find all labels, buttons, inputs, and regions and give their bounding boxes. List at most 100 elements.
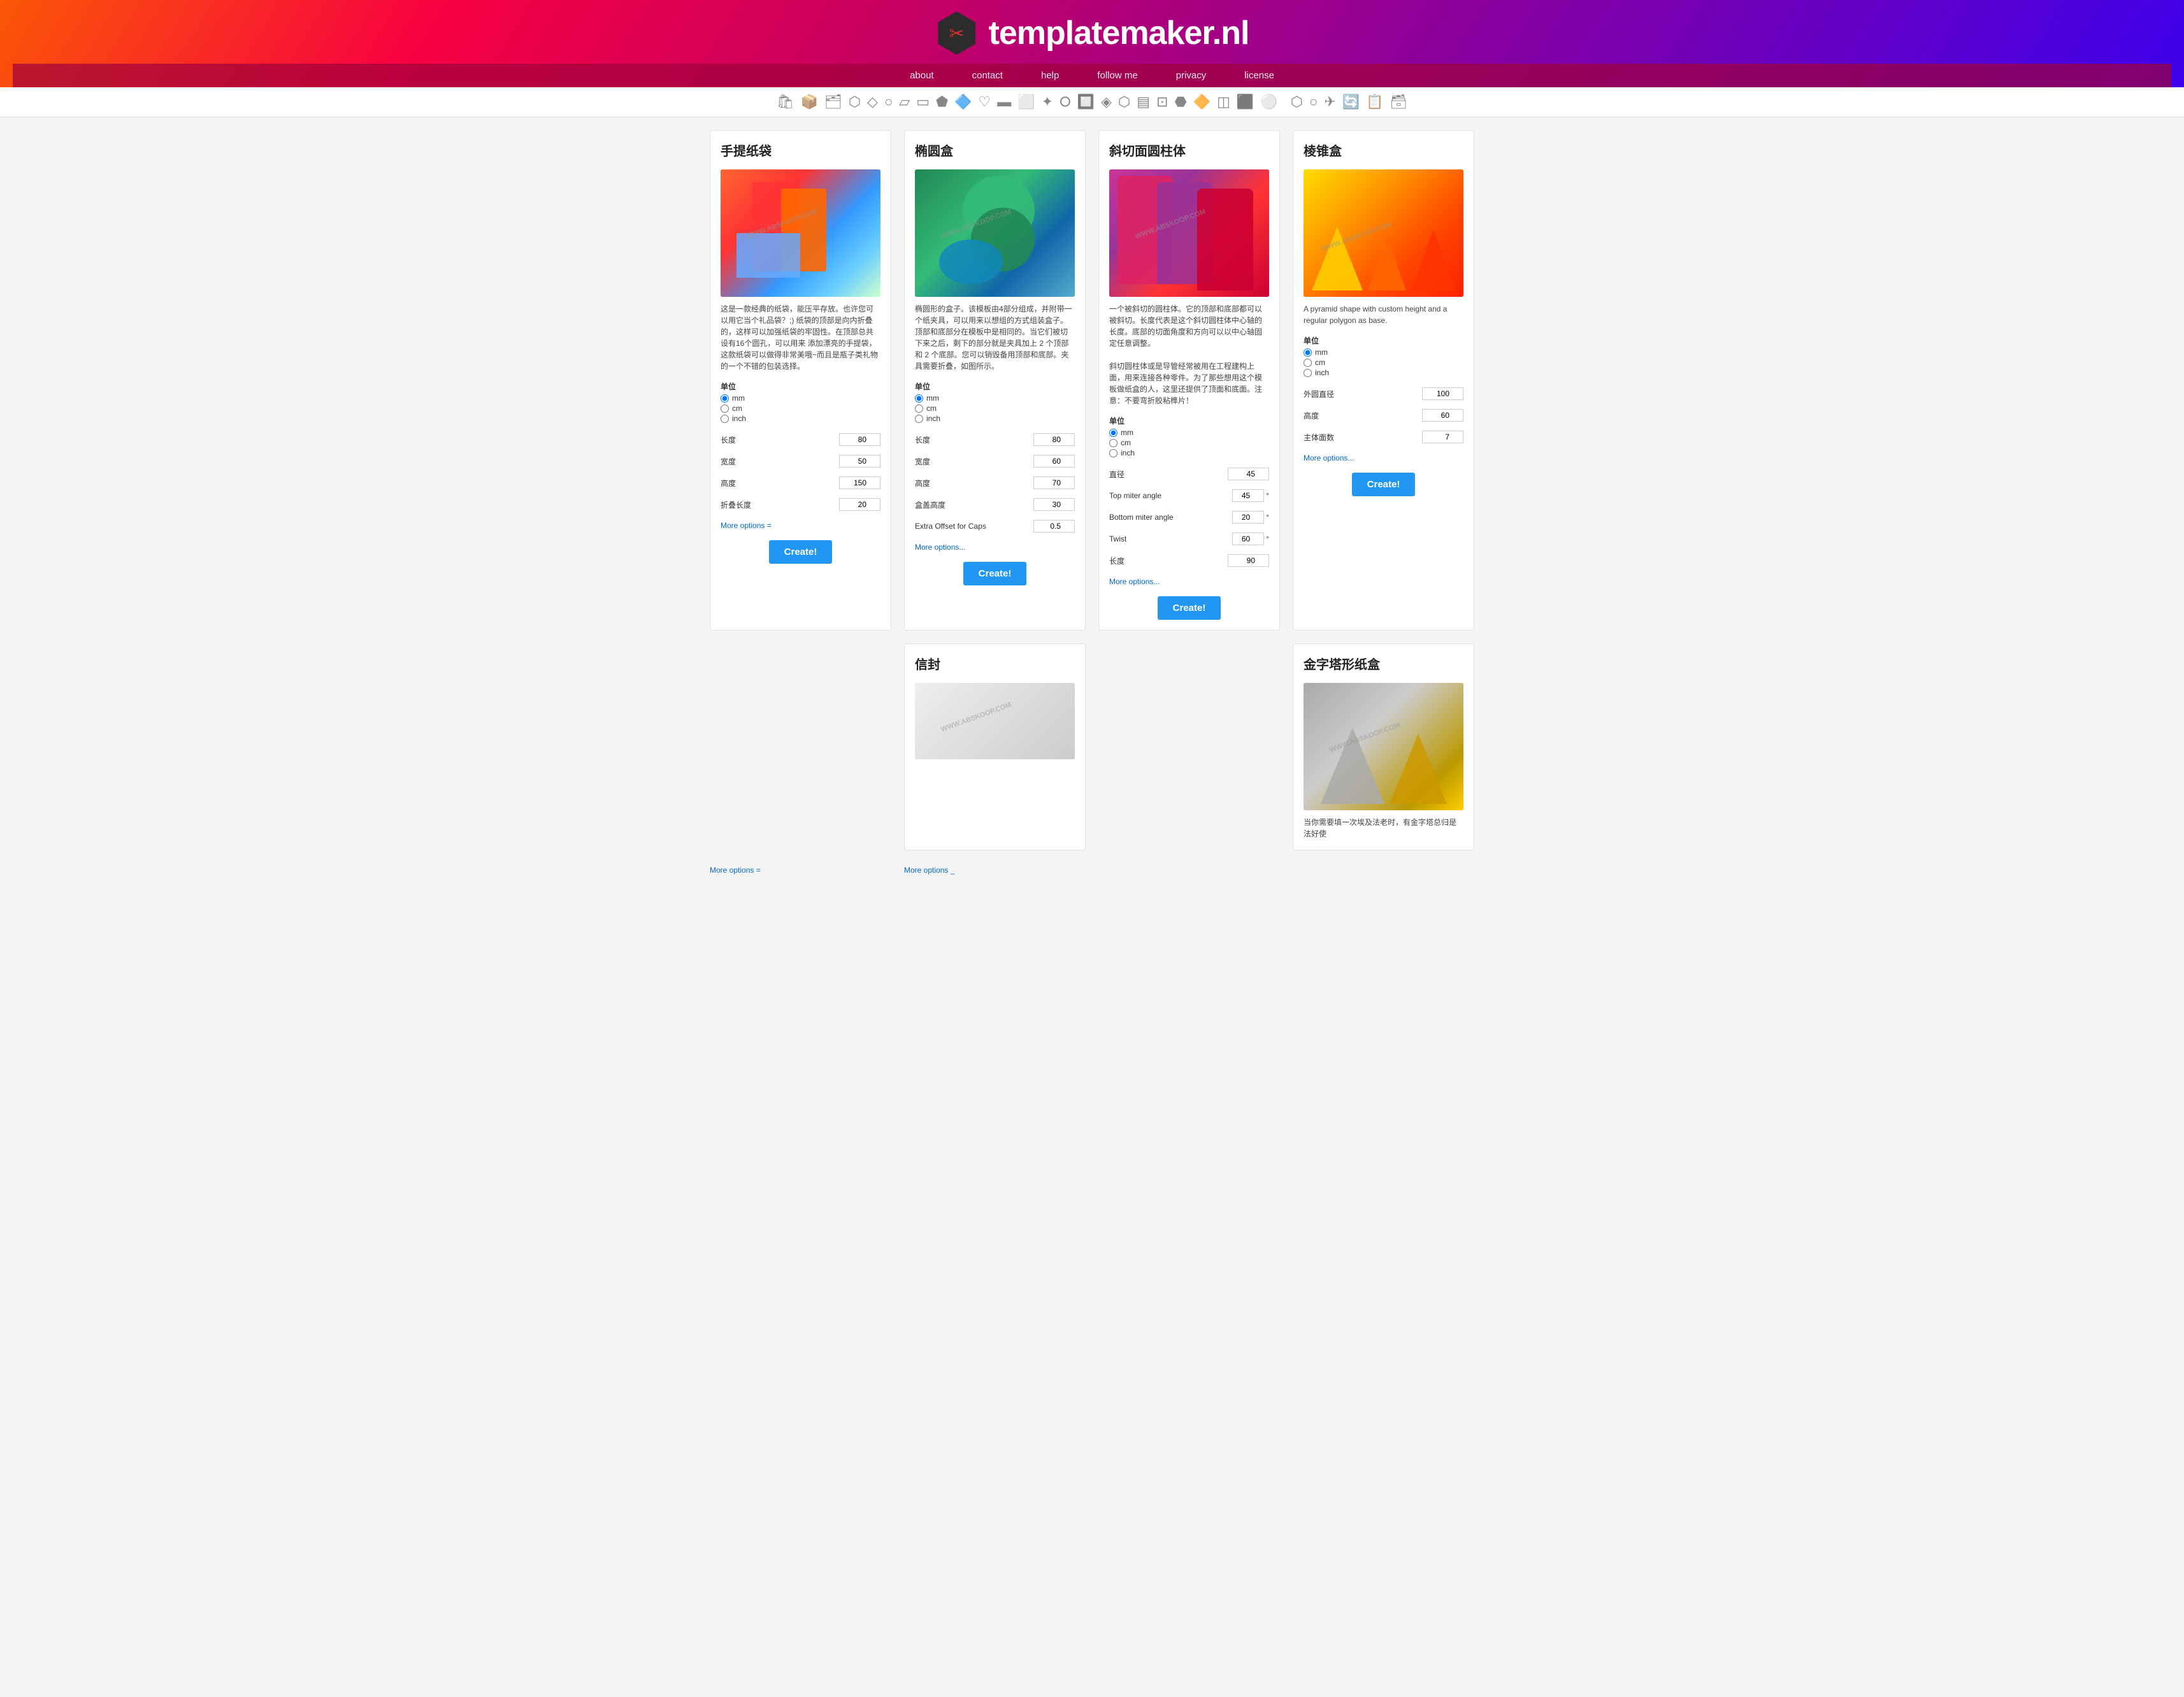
slant-radio-group: mm cm inch bbox=[1109, 428, 1269, 457]
handbag-create-btn[interactable]: Create! bbox=[769, 540, 833, 564]
pyramid-create-btn[interactable]: Create! bbox=[1352, 473, 1416, 496]
shape-icon-19[interactable]: ▤ bbox=[1137, 94, 1150, 110]
nav-contact[interactable]: contact bbox=[972, 70, 1003, 81]
shape-icon-6[interactable]: ○ bbox=[884, 94, 893, 110]
slant-length-row: 长度 bbox=[1109, 554, 1269, 567]
shape-icon-29[interactable]: 🔄 bbox=[1342, 94, 1360, 110]
slant-radio-cm[interactable]: cm bbox=[1109, 438, 1269, 447]
oval-radio-cm[interactable]: cm bbox=[915, 404, 1075, 413]
pyramid-height-row: 高度 bbox=[1304, 409, 1463, 422]
shape-icon-3[interactable]: 🗂 bbox=[824, 94, 842, 110]
handbag-more-options[interactable]: More options = bbox=[721, 521, 880, 530]
slant-diameter-input[interactable] bbox=[1228, 468, 1269, 480]
oval-offset-input[interactable] bbox=[1033, 520, 1075, 533]
pyramid-more-options[interactable]: More options... bbox=[1304, 454, 1463, 462]
slant-radio-mm[interactable]: mm bbox=[1109, 428, 1269, 437]
oval-length-input[interactable] bbox=[1033, 433, 1075, 446]
bottom-more-options-mid-link[interactable]: More options _ bbox=[904, 866, 1086, 875]
shape-icon-13[interactable]: ⬜ bbox=[1017, 94, 1035, 110]
oval-width-label: 宽度 bbox=[915, 456, 930, 467]
card-gold-pyramid-image: WWW.ABSKOOP.COM bbox=[1304, 683, 1463, 810]
shape-icon-27[interactable]: ○ bbox=[1309, 94, 1318, 110]
handbag-length-row: 长度 bbox=[721, 433, 880, 446]
shape-icon-30[interactable]: 📋 bbox=[1366, 94, 1383, 110]
shape-icon-12[interactable]: ▬ bbox=[997, 94, 1011, 110]
slant-top-angle-input[interactable] bbox=[1232, 489, 1264, 502]
bottom-more-options-left-link[interactable]: More options = bbox=[710, 866, 891, 875]
nav-follow[interactable]: follow me bbox=[1097, 70, 1137, 81]
slant-unit-group: 单位 mm cm inch bbox=[1109, 415, 1269, 457]
oval-create-btn[interactable]: Create! bbox=[963, 562, 1027, 585]
shape-icon-4[interactable]: ⬡ bbox=[849, 94, 861, 110]
handbag-radio-inch[interactable]: inch bbox=[721, 414, 880, 423]
oval-lid-input[interactable] bbox=[1033, 498, 1075, 511]
nav-help[interactable]: help bbox=[1041, 70, 1059, 81]
slant-length-input[interactable] bbox=[1228, 554, 1269, 567]
shape-icon-2[interactable]: 📦 bbox=[801, 94, 818, 110]
nav-privacy[interactable]: privacy bbox=[1176, 70, 1207, 81]
pyramid-diameter-label: 外圆直径 bbox=[1304, 389, 1334, 399]
handbag-length-input[interactable] bbox=[839, 433, 880, 446]
shape-icon-23[interactable]: ◫ bbox=[1217, 94, 1230, 110]
shape-icon-14[interactable]: ✦ bbox=[1042, 94, 1053, 110]
handbag-radio-cm[interactable]: cm bbox=[721, 404, 880, 413]
shape-icon-17[interactable]: ◈ bbox=[1101, 94, 1112, 110]
slant-length-label: 长度 bbox=[1109, 555, 1124, 566]
pyramid-height-input[interactable] bbox=[1422, 409, 1463, 422]
pyramid-faces-label: 主体面数 bbox=[1304, 432, 1334, 443]
handbag-radio-mm[interactable]: mm bbox=[721, 394, 880, 403]
pyramid-diameter-input[interactable] bbox=[1422, 387, 1463, 400]
shape-icon-7[interactable]: ▱ bbox=[899, 94, 910, 110]
oval-radio-group: mm cm inch bbox=[915, 394, 1075, 423]
slant-twist-label: Twist bbox=[1109, 534, 1126, 543]
card-handbag-title: 手提纸袋 bbox=[721, 141, 880, 159]
shape-icon-11[interactable]: ♡ bbox=[979, 94, 991, 110]
slant-radio-inch[interactable]: inch bbox=[1109, 448, 1269, 457]
handbag-fold-input[interactable] bbox=[839, 498, 880, 511]
card-oval-image: WWW.ABSKOOP.COM bbox=[915, 169, 1075, 297]
card-oval-desc: 椭圆形的盒子。该模板由4部分组成，并附带一个纸夹具，可以用来以想组的方式组装盒子… bbox=[915, 303, 1075, 372]
oval-offset-row: Extra Offset for Caps bbox=[915, 520, 1075, 533]
shape-icon-20[interactable]: ⊡ bbox=[1156, 94, 1168, 110]
oval-height-input[interactable] bbox=[1033, 476, 1075, 489]
shape-icon-24[interactable]: ⬛ bbox=[1237, 94, 1254, 110]
shape-icon-15[interactable]: ⭘ bbox=[1060, 94, 1071, 110]
pyramid-radio-cm[interactable]: cm bbox=[1304, 358, 1463, 367]
shape-icon-1[interactable]: 🛍 bbox=[777, 94, 794, 110]
card-gold-pyramid-title: 金字塔形纸盒 bbox=[1304, 654, 1463, 673]
handbag-unit-group: 单位 mm cm inch bbox=[721, 381, 880, 423]
card-envelope-image: WWW.ABSKOOP.COM bbox=[915, 683, 1075, 759]
pyramid-radio-inch[interactable]: inch bbox=[1304, 368, 1463, 377]
nav-about[interactable]: about bbox=[910, 70, 934, 81]
slant-more-options[interactable]: More options... bbox=[1109, 577, 1269, 586]
nav-license[interactable]: license bbox=[1244, 70, 1274, 81]
oval-width-input[interactable] bbox=[1033, 455, 1075, 468]
oval-radio-mm[interactable]: mm bbox=[915, 394, 1075, 403]
shape-icon-5[interactable]: ◇ bbox=[867, 94, 878, 110]
slant-create-btn[interactable]: Create! bbox=[1158, 596, 1221, 620]
oval-lid-label: 盒盖高度 bbox=[915, 499, 945, 510]
slant-bot-angle-input[interactable] bbox=[1232, 511, 1264, 524]
shape-icon-10[interactable]: 🔷 bbox=[954, 94, 972, 110]
shape-icon-22[interactable]: 🔶 bbox=[1193, 94, 1211, 110]
shape-icon-31[interactable]: 🗃 bbox=[1390, 94, 1408, 110]
handbag-height-input[interactable] bbox=[839, 476, 880, 489]
shape-icon-25[interactable]: ⚪ bbox=[1260, 94, 1277, 110]
pyramid-faces-input[interactable] bbox=[1422, 431, 1463, 443]
handbag-width-input[interactable] bbox=[839, 455, 880, 468]
shape-icon-26[interactable]: ⬡ bbox=[1291, 94, 1303, 110]
bottom-more-options-mid: More options _ bbox=[904, 863, 1086, 875]
slant-twist-input[interactable] bbox=[1232, 533, 1264, 545]
pyramid-radio-mm[interactable]: mm bbox=[1304, 348, 1463, 357]
shape-icon-16[interactable]: 🔲 bbox=[1077, 94, 1095, 110]
oval-radio-inch[interactable]: inch bbox=[915, 414, 1075, 423]
oval-more-options[interactable]: More options... bbox=[915, 543, 1075, 552]
shape-icon-21[interactable]: ⬣ bbox=[1175, 94, 1187, 110]
shape-icon-8[interactable]: ▭ bbox=[916, 94, 930, 110]
shape-icon-28[interactable]: ✈ bbox=[1324, 94, 1335, 110]
card-oval-title: 椭圆盒 bbox=[915, 141, 1075, 159]
shape-icon-18[interactable]: ⬡ bbox=[1118, 94, 1130, 110]
shape-icon-9[interactable]: ⬟ bbox=[936, 94, 948, 110]
card-oval-box: 椭圆盒 WWW.ABSKOOP.COM 椭圆形的盒子。该模板由4部分组成，并附带… bbox=[904, 130, 1086, 631]
oval-unit-group: 单位 mm cm inch bbox=[915, 381, 1075, 423]
